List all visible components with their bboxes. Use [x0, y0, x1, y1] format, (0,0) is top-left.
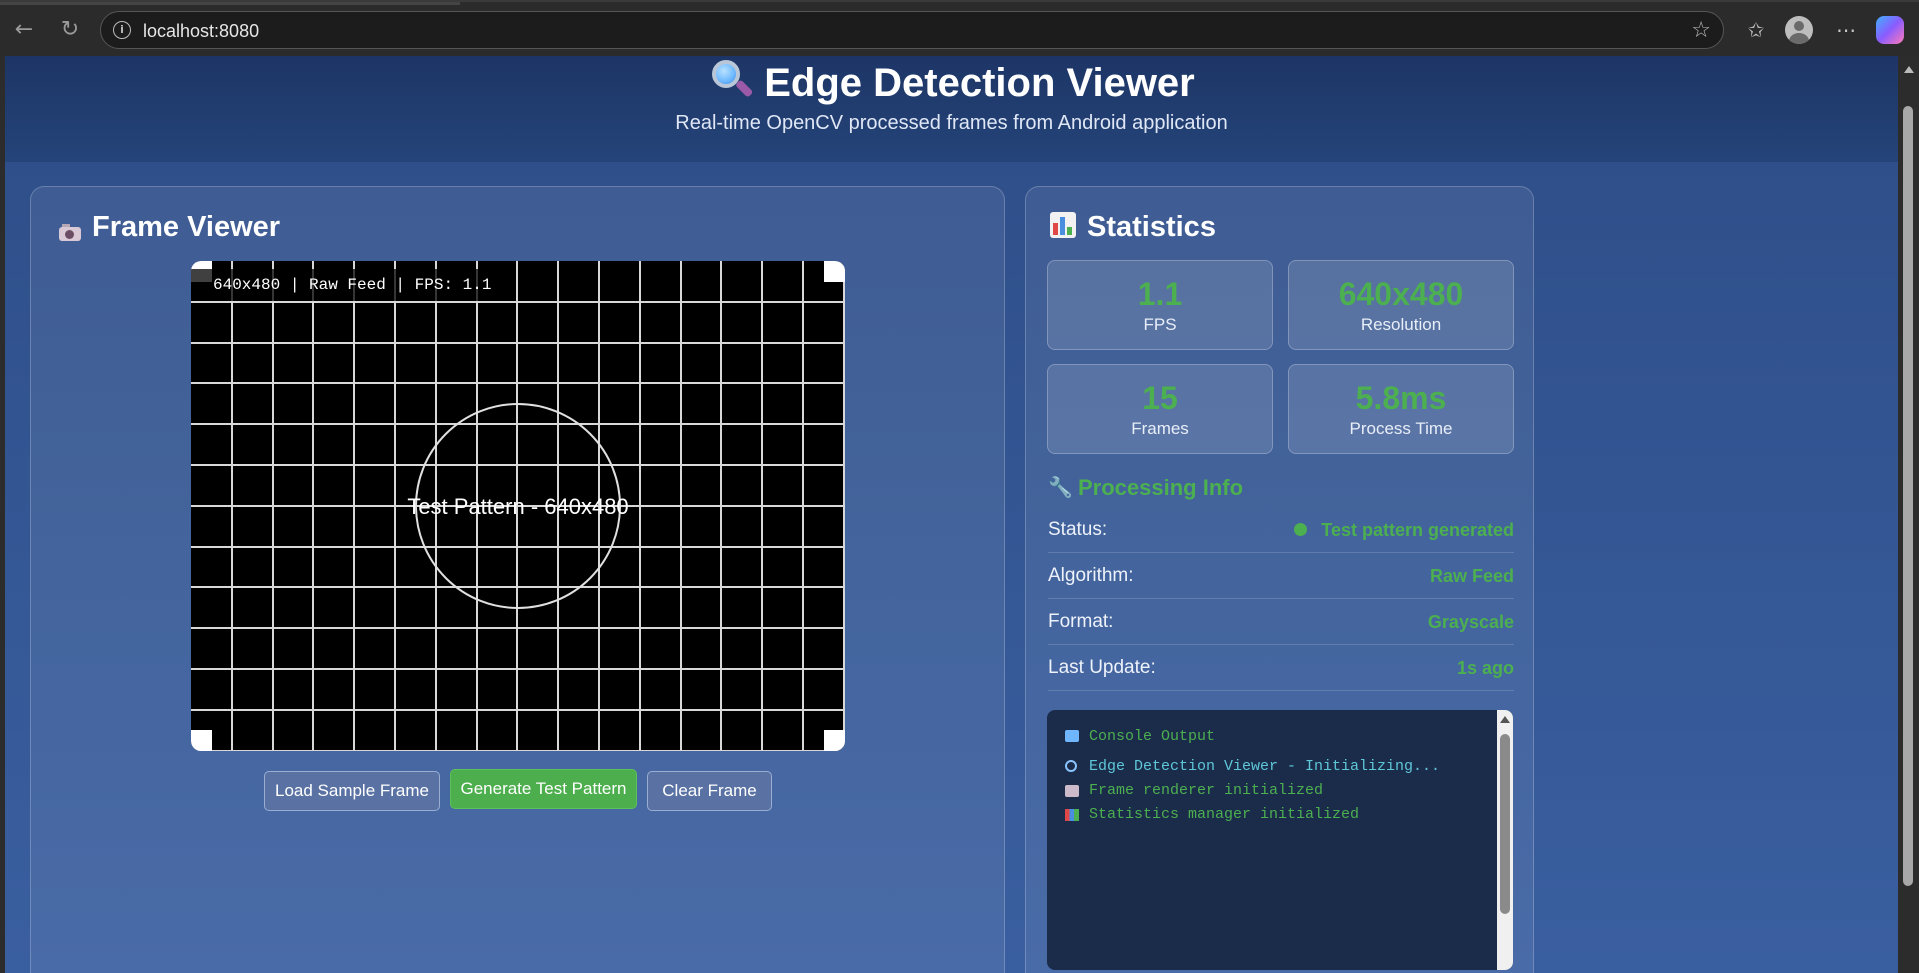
console-title: Console Output	[1089, 728, 1216, 745]
console-scrollbar[interactable]	[1497, 710, 1513, 970]
wrench-icon: 🔧	[1048, 475, 1073, 499]
processing-info-text: Processing Info	[1078, 475, 1244, 500]
page-header: Edge Detection Viewer Real-time OpenCV p…	[5, 56, 1898, 162]
star-icon[interactable]: ☆	[1691, 18, 1711, 43]
stat-value: 15	[1142, 380, 1178, 416]
stat-value: 1.1	[1137, 276, 1183, 312]
stat-value: 640x480	[1338, 276, 1464, 312]
info-value: Raw Feed	[1429, 566, 1514, 586]
frame-info-overlay: 640x480 | Raw Feed | FPS: 1.1	[191, 269, 506, 301]
bar-chart-icon	[1050, 212, 1076, 238]
page-scrollbar[interactable]	[1898, 56, 1919, 973]
load-sample-frame-button[interactable]: Load Sample Frame	[264, 771, 440, 811]
info-value: Grayscale	[1427, 612, 1514, 632]
test-pattern-graphic: Test Pattern - 640x480	[191, 261, 845, 751]
monitor-icon	[1065, 730, 1079, 742]
stat-label: Frames	[1131, 419, 1189, 438]
corner-marker-tr	[824, 261, 845, 282]
url-text[interactable]: localhost:8080	[143, 21, 259, 42]
magnifier-icon	[1065, 760, 1077, 772]
console-line: Edge Detection Viewer - Initializing...	[1089, 758, 1441, 775]
page-subtitle: Real-time OpenCV processed frames from A…	[675, 112, 1228, 134]
camera-icon	[1065, 785, 1079, 797]
bar-chart-icon	[1065, 809, 1079, 821]
camera-icon	[59, 223, 85, 243]
info-key: Status:	[1048, 519, 1108, 540]
frame-viewer-title: Frame Viewer	[92, 211, 281, 243]
scroll-up-icon[interactable]	[1904, 66, 1914, 73]
stat-label: FPS	[1143, 315, 1177, 334]
status-dot-icon	[1294, 523, 1308, 536]
page-title-text: Edge Detection Viewer	[764, 61, 1195, 105]
site-info-icon[interactable]: i	[113, 21, 131, 39]
stat-card-resolution: 640x480 Resolution	[1288, 260, 1514, 350]
scroll-up-icon[interactable]	[1500, 716, 1510, 723]
favorites-icon[interactable]: ✩	[1740, 14, 1772, 46]
console-output[interactable]: Console Output Edge Detection Viewer - I…	[1047, 710, 1513, 970]
test-pattern-text: Test Pattern - 640x480	[407, 494, 628, 519]
generate-test-pattern-button[interactable]: Generate Test Pattern	[450, 769, 637, 809]
corner-marker-br	[824, 730, 845, 751]
console-line: Frame renderer initialized	[1089, 782, 1324, 799]
reload-icon[interactable]: ↻	[54, 14, 86, 46]
tab-strip	[0, 2, 460, 5]
stat-card-frames: 15 Frames	[1047, 364, 1273, 454]
info-row-status: Status: Test pattern generated	[1048, 507, 1514, 553]
stat-label: Resolution	[1360, 315, 1442, 334]
statistics-title: Statistics	[1087, 211, 1216, 243]
stat-value: 5.8ms	[1355, 380, 1447, 416]
info-row-last-update: Last Update: 1s ago	[1048, 645, 1514, 691]
stat-card-process-time: 5.8ms Process Time	[1288, 364, 1514, 454]
corner-marker-bl	[191, 730, 212, 751]
console-scroll-thumb[interactable]	[1500, 734, 1510, 914]
info-value: Test pattern generated	[1294, 520, 1514, 541]
info-row-format: Format: Grayscale	[1048, 599, 1514, 645]
back-icon[interactable]: ←	[8, 14, 40, 46]
browser-toolbar: ← ↻ i localhost:8080 ☆ ✩ ⋯	[0, 0, 1919, 56]
info-value: 1s ago	[1456, 658, 1514, 678]
statistics-panel: Statistics 1.1 FPS 640x480 Resolution 15…	[1025, 186, 1534, 973]
page-title: Edge Detection Viewer	[5, 56, 1898, 107]
stat-card-fps: 1.1 FPS	[1047, 260, 1273, 350]
frame-viewer-panel: Frame Viewer Test Pattern - 640x480 640x…	[30, 186, 1005, 973]
info-key: Algorithm:	[1048, 565, 1134, 586]
info-row-algorithm: Algorithm: Raw Feed	[1048, 553, 1514, 599]
clear-frame-button[interactable]: Clear Frame	[647, 771, 772, 811]
stat-label: Process Time	[1349, 419, 1453, 438]
copilot-icon[interactable]	[1876, 16, 1904, 44]
console-line: Statistics manager initialized	[1089, 806, 1360, 823]
page: Edge Detection Viewer Real-time OpenCV p…	[5, 56, 1898, 973]
page-scroll-thumb[interactable]	[1903, 106, 1913, 886]
profile-avatar[interactable]	[1785, 16, 1813, 44]
processing-info-title: 🔧 Processing Info	[1048, 475, 1243, 501]
address-bar[interactable]: i localhost:8080 ☆	[100, 11, 1724, 49]
status-text: Test pattern generated	[1321, 520, 1514, 540]
more-menu-icon[interactable]: ⋯	[1830, 14, 1862, 46]
info-key: Last Update:	[1048, 657, 1156, 678]
info-key: Format:	[1048, 611, 1114, 632]
magnifier-icon	[708, 58, 754, 102]
frame-canvas: Test Pattern - 640x480 640x480 | Raw Fee…	[191, 261, 845, 751]
